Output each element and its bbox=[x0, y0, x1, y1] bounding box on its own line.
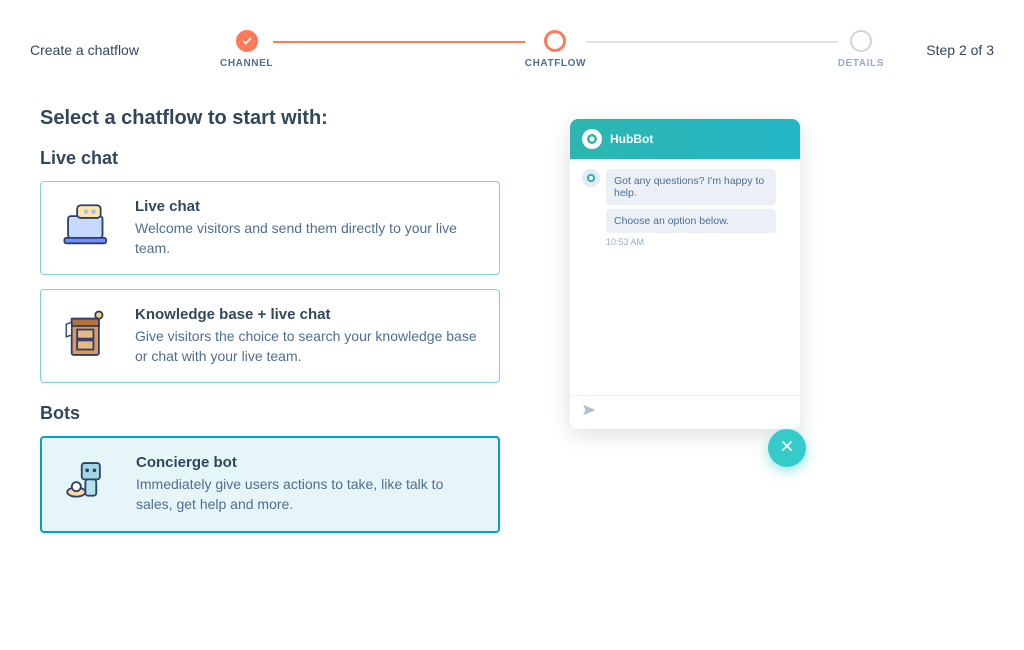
card-desc: Welcome visitors and send them directly … bbox=[135, 219, 481, 258]
step-label: DETAILS bbox=[838, 58, 884, 69]
stepper-track-2 bbox=[566, 41, 866, 43]
main-heading: Select a chatflow to start with: bbox=[40, 107, 500, 130]
card-knowledge-base[interactable]: Knowledge base + live chat Give visitors… bbox=[40, 289, 500, 383]
card-concierge-bot[interactable]: Concierge bot Immediately give users act… bbox=[40, 436, 500, 532]
chat-preview-footer bbox=[570, 395, 800, 429]
chat-bubble: Got any questions? I'm happy to help. bbox=[606, 169, 776, 205]
section-title-live-chat: Live chat bbox=[40, 148, 500, 169]
step-label: CHATFLOW bbox=[525, 58, 586, 69]
wizard-header: Create a chatflow CHANNEL CHATFLOW DETAI… bbox=[0, 0, 1024, 79]
card-desc: Give visitors the choice to search your … bbox=[135, 327, 481, 366]
chat-timestamp: 10:53 AM bbox=[606, 237, 788, 247]
check-icon bbox=[236, 30, 258, 52]
step-counter: Step 2 of 3 bbox=[894, 42, 994, 58]
send-icon bbox=[582, 403, 596, 422]
step-chatflow[interactable]: CHATFLOW bbox=[525, 30, 586, 69]
close-icon bbox=[779, 438, 795, 459]
bot-avatar-small-icon bbox=[582, 169, 600, 187]
chat-bubble: Choose an option below. bbox=[606, 209, 776, 233]
bot-avatar-icon bbox=[582, 129, 602, 149]
step-current-icon bbox=[544, 30, 566, 52]
card-live-chat[interactable]: Live chat Welcome visitors and send them… bbox=[40, 181, 500, 275]
chat-preview-header: HubBot bbox=[570, 119, 800, 159]
section-live-chat: Live chat Live chat Welcome visitors and… bbox=[40, 148, 500, 383]
step-details[interactable]: DETAILS bbox=[838, 30, 884, 69]
stepper: CHANNEL CHATFLOW DETAILS bbox=[210, 30, 894, 69]
section-title-bots: Bots bbox=[40, 403, 500, 424]
laptop-chat-icon bbox=[59, 198, 117, 256]
page-title: Create a chatflow bbox=[30, 42, 210, 58]
robot-concierge-icon bbox=[60, 454, 118, 512]
stepper-track-1 bbox=[238, 41, 538, 43]
card-title: Knowledge base + live chat bbox=[135, 306, 481, 323]
close-chat-button[interactable] bbox=[768, 429, 806, 467]
card-title: Live chat bbox=[135, 198, 481, 215]
card-desc: Immediately give users actions to take, … bbox=[136, 475, 480, 514]
bot-name: HubBot bbox=[610, 132, 653, 146]
step-label: CHANNEL bbox=[220, 58, 273, 69]
chat-preview: HubBot Got any questions? I'm happy to h… bbox=[570, 119, 800, 429]
step-upcoming-icon bbox=[850, 30, 872, 52]
cabinet-icon bbox=[59, 306, 117, 364]
card-title: Concierge bot bbox=[136, 454, 480, 471]
section-bots: Bots Concierge bot Immediately give user… bbox=[40, 403, 500, 532]
chat-preview-body: Got any questions? I'm happy to help. Ch… bbox=[570, 159, 800, 395]
step-channel[interactable]: CHANNEL bbox=[220, 30, 273, 69]
